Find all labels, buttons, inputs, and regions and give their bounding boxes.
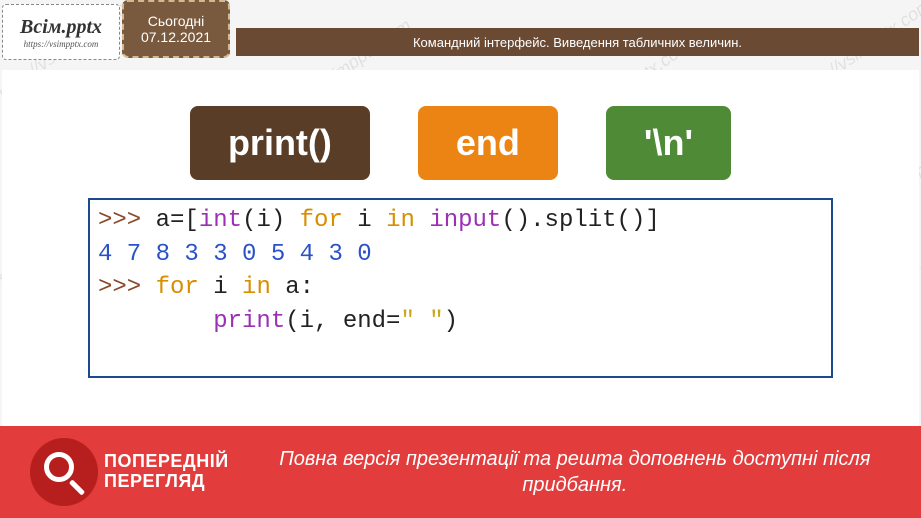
logo-title: Всім.pptx	[20, 16, 102, 39]
code-var: a:	[271, 274, 314, 301]
pill-row: print() end '\n'	[2, 106, 919, 180]
code-var: i	[199, 274, 242, 301]
preview-message: Повна версія презентації та решта доповн…	[229, 446, 921, 498]
header-title: Командний інтерфейс. Виведення табличних…	[413, 35, 742, 50]
code-input-values: 4 7 8 3 3 0 5 4 3 0	[98, 241, 372, 268]
date-badge: Сьогодні 07.12.2021	[122, 0, 230, 58]
date-value: 07.12.2021	[141, 29, 211, 45]
code-indent	[98, 308, 213, 335]
code-paren: (i)	[242, 207, 300, 234]
pill-newline: '\n'	[606, 106, 731, 180]
pill-end: end	[418, 106, 558, 180]
code-keyword: in	[386, 207, 415, 234]
code-paren: )	[444, 308, 458, 335]
code-keyword: in	[242, 274, 271, 301]
code-keyword: for	[300, 207, 343, 234]
preview-banner: ПОПЕРЕДНІЙ ПЕРЕГЛЯД Повна версія презент…	[0, 426, 921, 518]
code-string: " "	[400, 308, 443, 335]
logo-badge: Всім.pptx https://vsimpptx.com	[2, 4, 120, 60]
code-paren: ().split()]	[501, 207, 659, 234]
code-builtin: int	[199, 207, 242, 234]
code-sp	[415, 207, 429, 234]
header-bar: Командний інтерфейс. Виведення табличних…	[236, 28, 919, 56]
preview-label-line2: ПЕРЕГЛЯД	[104, 472, 229, 492]
code-keyword: for	[156, 274, 199, 301]
code-var: i	[343, 207, 386, 234]
code-paren: (i, end=	[285, 308, 400, 335]
code-builtin: input	[429, 207, 501, 234]
preview-label: ПОПЕРЕДНІЙ ПЕРЕГЛЯД	[104, 452, 229, 492]
code-box: >>> a=[int(i) for i in input().split()] …	[88, 198, 833, 378]
preview-label-line1: ПОПЕРЕДНІЙ	[104, 452, 229, 472]
code-prompt: >>>	[98, 274, 156, 301]
code-var: a	[156, 207, 170, 234]
code-prompt: >>>	[98, 207, 156, 234]
date-label: Сьогодні	[148, 13, 204, 29]
magnifier-icon	[30, 438, 98, 506]
logo-url: https://vsimpptx.com	[24, 39, 99, 49]
code-builtin: print	[213, 308, 285, 335]
code-eq: =[	[170, 207, 199, 234]
pill-print: print()	[190, 106, 370, 180]
